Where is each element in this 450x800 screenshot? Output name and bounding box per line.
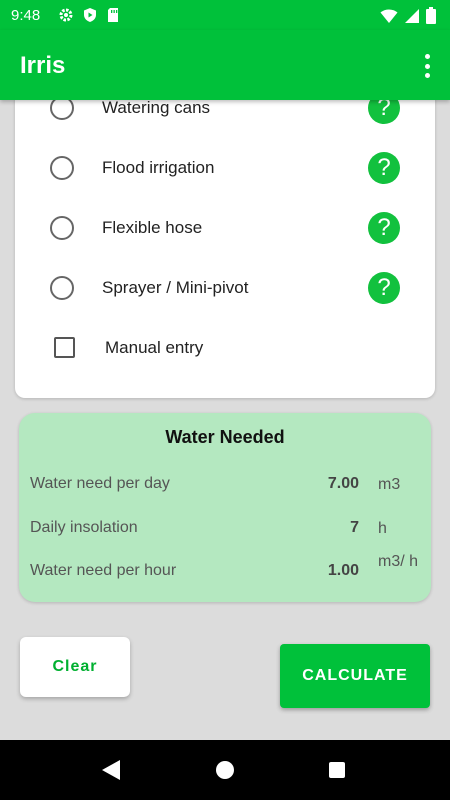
signal-icon xyxy=(404,8,420,29)
option-label: Flexible hose xyxy=(102,218,203,237)
calculate-button[interactable]: CALCULATE xyxy=(280,644,430,708)
radio-button[interactable] xyxy=(50,276,74,300)
daily-insolation-row: Daily insolation 7 h xyxy=(19,507,431,547)
option-label: Flood irrigation xyxy=(102,158,215,177)
row-label: Water need per day xyxy=(30,475,170,492)
help-icon[interactable]: ? xyxy=(368,152,400,184)
home-icon[interactable] xyxy=(216,761,234,779)
clear-button[interactable]: Clear xyxy=(20,637,130,697)
water-needed-title: Water Needed xyxy=(165,427,285,447)
system-nav-bar xyxy=(0,740,450,800)
app-bar: Irris xyxy=(0,30,450,100)
help-icon[interactable]: ? xyxy=(368,272,400,304)
status-icons-right xyxy=(380,7,436,29)
status-icons-left xyxy=(58,7,120,28)
help-icon[interactable]: ? xyxy=(368,212,400,244)
gear-icon xyxy=(58,7,74,28)
option-label: Manual entry xyxy=(105,338,204,357)
row-value: 7.00 xyxy=(327,475,359,492)
row-value: 7 xyxy=(350,519,359,536)
water-need-per-day-row: Water need per day 7.00 m3 xyxy=(19,463,431,503)
radio-button[interactable] xyxy=(50,216,74,240)
wifi-icon xyxy=(380,8,398,29)
option-label: Watering cans xyxy=(102,98,211,117)
water-need-per-hour-row: Water need per hour 1.00 m3/ h xyxy=(19,550,431,590)
recents-icon[interactable] xyxy=(329,762,345,778)
irrigation-options-card: Watering cans ? Flood irrigation ? Flexi… xyxy=(15,80,435,398)
overflow-menu-icon[interactable] xyxy=(422,54,432,78)
app-title: Irris xyxy=(20,52,66,79)
option-flood-irrigation[interactable]: Flood irrigation ? xyxy=(15,143,435,193)
back-icon[interactable] xyxy=(101,759,121,786)
battery-icon xyxy=(426,7,436,29)
row-unit: m3/ h xyxy=(378,553,419,570)
sd-card-icon xyxy=(106,7,120,28)
row-unit: h xyxy=(378,520,387,537)
row-label: Daily insolation xyxy=(30,519,138,536)
row-label: Water need per hour xyxy=(30,562,177,579)
option-flexible-hose[interactable]: Flexible hose ? xyxy=(15,203,435,253)
option-manual-entry[interactable]: Manual entry xyxy=(15,323,435,373)
water-needed-card: Water Needed Water need per day 7.00 m3 … xyxy=(19,413,431,602)
status-bar: 9:48 xyxy=(0,0,450,30)
row-value: 1.00 xyxy=(327,562,359,579)
play-protect-icon xyxy=(82,7,98,28)
option-label: Sprayer / Mini-pivot xyxy=(102,278,249,297)
status-time: 9:48 xyxy=(11,7,41,24)
option-sprayer-mini-pivot[interactable]: Sprayer / Mini-pivot ? xyxy=(15,263,435,313)
manual-entry-checkbox[interactable] xyxy=(54,337,75,358)
row-unit: m3 xyxy=(378,476,401,493)
radio-button[interactable] xyxy=(50,156,74,180)
